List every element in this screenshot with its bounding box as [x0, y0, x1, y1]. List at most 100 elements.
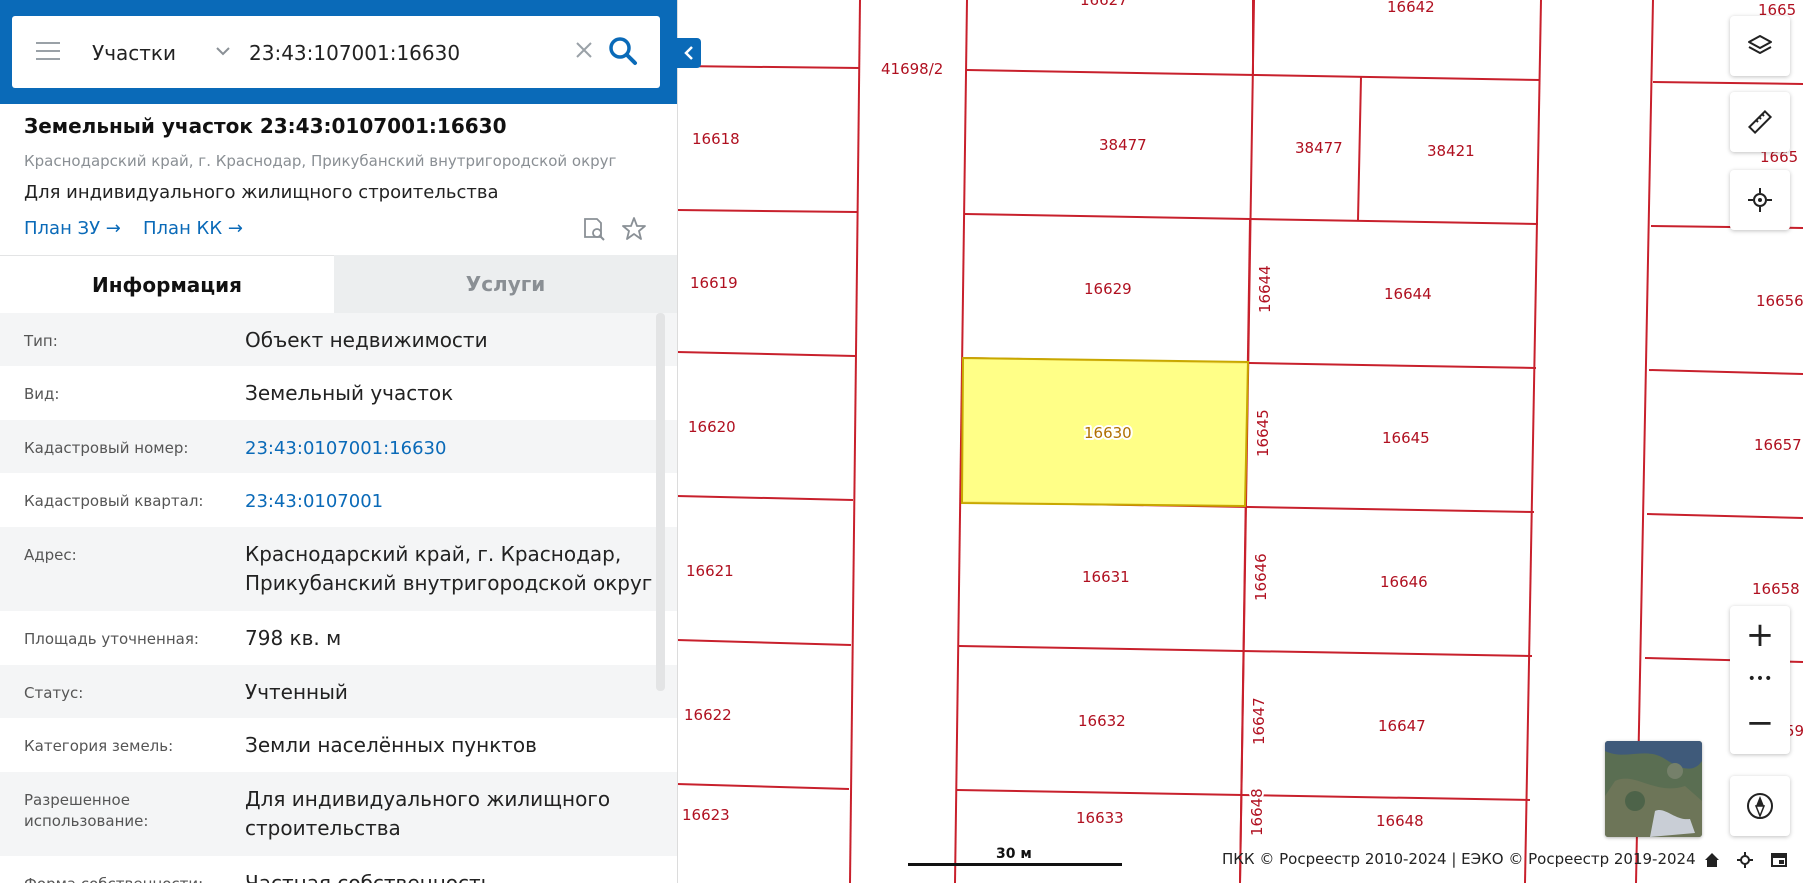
row-label: Категория земель:: [24, 737, 174, 755]
row-label: Вид:: [24, 385, 60, 403]
tab-information[interactable]: Информация: [0, 255, 334, 314]
row-value: Учтенный: [245, 680, 348, 704]
table-row: Кадастровый квартал: 23:43:0107001: [0, 473, 677, 527]
search-icon[interactable]: [606, 34, 640, 68]
parcel-label: 16648: [1248, 788, 1266, 836]
clear-icon[interactable]: [572, 38, 596, 62]
cadastral-quarter-link[interactable]: 23:43:0107001: [245, 487, 383, 516]
parcel-label: 16642: [1387, 0, 1435, 16]
table-row: Статус: Учтенный: [0, 665, 677, 718]
layers-button[interactable]: [1730, 16, 1790, 76]
zoom-panel: + ••• −: [1730, 606, 1790, 754]
parcel-label: 16644: [1384, 285, 1432, 303]
chevron-left-icon: [684, 46, 693, 60]
info-panel: Участки 23:43:107001:16630 Земельный уча…: [0, 0, 678, 883]
parcel-address: Краснодарский край, г. Краснодар, Прикуб…: [24, 152, 617, 170]
more-button[interactable]: •••: [1730, 664, 1790, 694]
compass-button[interactable]: [1730, 776, 1790, 836]
table-row: Адрес: Краснодарский край, г. Краснодар,…: [0, 527, 677, 611]
compass-icon: [1747, 793, 1773, 819]
row-label: Статус:: [24, 684, 84, 702]
panel-tabs: Информация Услуги: [0, 255, 677, 314]
star-icon[interactable]: [620, 215, 648, 243]
parcel-label: 16645: [1254, 409, 1272, 457]
parcel-label: 16631: [1082, 568, 1130, 586]
table-row: Вид: Земельный участок: [0, 366, 677, 420]
row-label: Кадастровый квартал:: [24, 492, 204, 510]
layers-icon: [1748, 35, 1772, 54]
parcel-label: 38421: [1427, 142, 1475, 160]
table-row: Тип: Объект недвижимости: [0, 313, 677, 366]
crosshair-icon: [1748, 188, 1772, 212]
parcel-label: 16646: [1380, 573, 1428, 591]
row-value: Частная собственность: [245, 871, 493, 883]
satellite-thumbnail-image: [1605, 741, 1702, 837]
row-value: 798 кв. м: [245, 626, 342, 650]
parcel-label: 16645: [1382, 429, 1430, 447]
info-table: Тип: Объект недвижимости Вид: Земельный …: [0, 313, 677, 883]
table-row: Разрешенное использование: Для индивидуа…: [0, 772, 677, 856]
search-type-select[interactable]: Участки: [92, 41, 176, 65]
parcel-label: 16618: [692, 130, 740, 148]
parcel-label: 16629: [1084, 280, 1132, 298]
parcel-label: 16633: [1076, 809, 1124, 827]
parcel-label: 16623: [682, 806, 730, 824]
parcel-label: 16622: [684, 706, 732, 724]
menu-icon[interactable]: [36, 42, 60, 62]
table-row: Кадастровый номер: 23:43:0107001:16630: [0, 420, 677, 473]
home-icon[interactable]: [1703, 851, 1721, 869]
search-box: Участки 23:43:107001:16630: [12, 16, 660, 88]
tab-services[interactable]: Услуги: [334, 255, 677, 313]
document-search-icon[interactable]: [580, 215, 608, 243]
table-row: Форма собственности: Частная собственнос…: [0, 856, 677, 883]
row-value: Для индивидуального жилищного строительс…: [245, 787, 611, 840]
parcel-label: 38477: [1099, 136, 1147, 154]
plan-kk-link[interactable]: План КК →: [143, 218, 243, 239]
parcel-label: 38477: [1295, 139, 1343, 157]
parcel-label: 16658: [1752, 580, 1800, 598]
table-row: Площадь уточненная: 798 кв. м: [0, 611, 677, 665]
window-icon[interactable]: [1770, 851, 1788, 869]
parcel-label: 16632: [1078, 712, 1126, 730]
row-value: Земельный участок: [245, 381, 454, 405]
basemap-thumbnail[interactable]: [1605, 741, 1702, 837]
zoom-in-button[interactable]: +: [1730, 610, 1790, 660]
row-label: Тип:: [24, 332, 58, 350]
parcel-label: 16648: [1376, 812, 1424, 830]
parcel-label: 16630: [1084, 424, 1132, 442]
map-attribution: ПКК © Росреестр 2010-2024 | ЕЭКО © Росре…: [1222, 850, 1696, 868]
locate-button[interactable]: [1730, 170, 1790, 230]
scrollbar[interactable]: [656, 313, 665, 691]
row-label: Разрешенное использование:: [24, 791, 149, 830]
parcel-label: 16644: [1256, 265, 1274, 313]
row-label: Кадастровый номер:: [24, 439, 189, 457]
parcel-label: 16620: [688, 418, 736, 436]
chevron-down-icon[interactable]: [212, 40, 234, 62]
parcel-label: 41698/2: [881, 60, 943, 78]
row-value: Объект недвижимости: [245, 328, 488, 352]
search-input[interactable]: 23:43:107001:16630: [249, 41, 460, 65]
parcel-label: 16627: [1080, 0, 1128, 9]
crosshair-icon[interactable]: [1736, 851, 1754, 869]
row-label: Форма собственности:: [24, 874, 203, 883]
ruler-icon: [1747, 109, 1773, 135]
row-label: Площадь уточненная:: [24, 630, 199, 648]
zoom-out-button[interactable]: −: [1730, 698, 1790, 748]
row-label: Адрес:: [24, 546, 77, 564]
cadastral-number-link[interactable]: 23:43:0107001:16630: [245, 434, 446, 463]
plan-zu-link[interactable]: План ЗУ →: [24, 218, 121, 239]
row-value: Земли населённых пунктов: [245, 733, 537, 757]
table-row: Категория земель: Земли населённых пункт…: [0, 718, 677, 772]
parcel-use: Для индивидуального жилищного строительс…: [24, 182, 499, 203]
parcel-label: 16657: [1754, 436, 1802, 454]
parcel-label: 16619: [690, 274, 738, 292]
parcel-label: 16647: [1250, 697, 1268, 745]
measure-button[interactable]: [1730, 92, 1790, 152]
row-value: Краснодарский край, г. Краснодар, Прикуб…: [245, 542, 653, 595]
map-scale: 30 м: [908, 846, 1122, 866]
parcel-label: 16646: [1252, 553, 1270, 601]
scale-bar: [908, 863, 1122, 866]
parcel-label: 16621: [686, 562, 734, 580]
scale-label: 30 м: [996, 846, 1032, 862]
collapse-panel-button[interactable]: [677, 38, 701, 68]
